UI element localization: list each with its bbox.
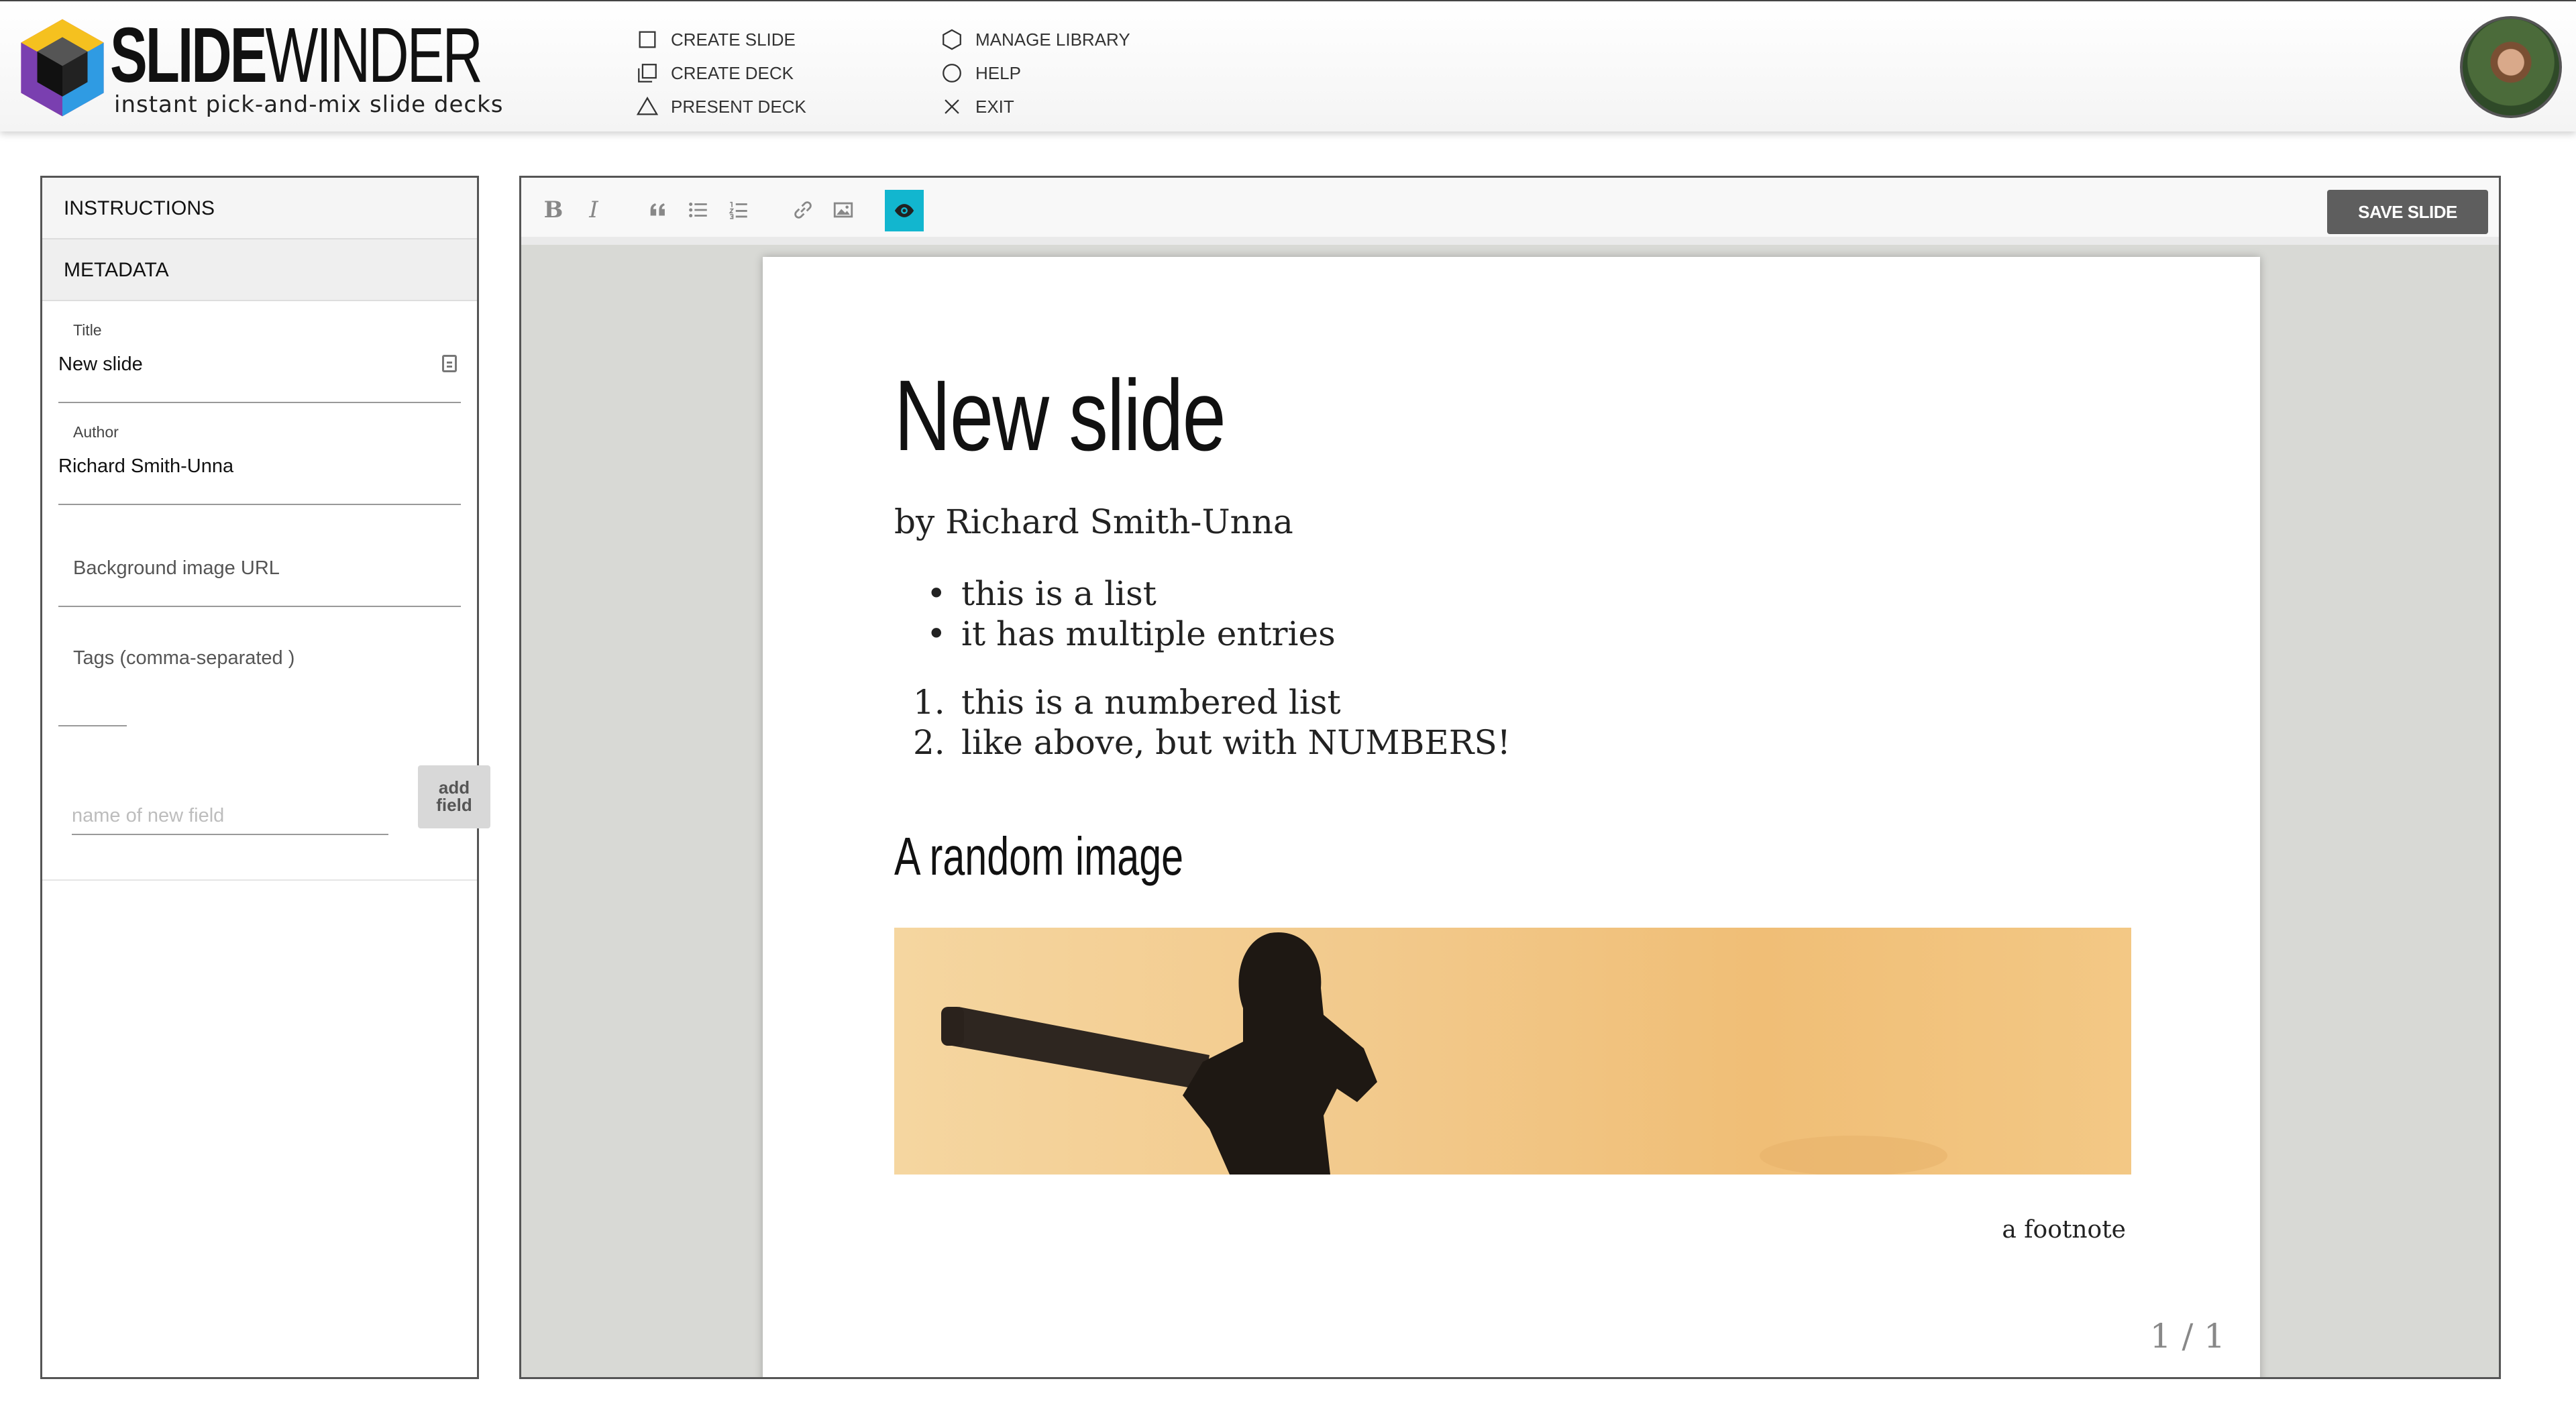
- title-field[interactable]: Title New slide: [58, 301, 461, 403]
- slide-image-cricket-silhouette: [894, 928, 2131, 1175]
- slide-byline: by Richard Smith-Unna: [894, 502, 1293, 541]
- numbered-list-button[interactable]: [722, 191, 755, 229]
- cricketer-silhouette-image: [941, 932, 1947, 1175]
- triangle-icon: [636, 97, 659, 115]
- logo-light-text: WINDER: [265, 11, 483, 99]
- app-tagline: instant pick-and-mix slide decks: [114, 91, 504, 118]
- tags-underline: [58, 725, 127, 726]
- menu-present-deck-label: PRESENT DECK: [671, 96, 806, 117]
- menu-create-slide-label: CREATE SLIDE: [671, 29, 796, 50]
- app-logo-text: SLIDEWINDER: [110, 15, 483, 95]
- tags-field[interactable]: Tags (comma-separated ): [58, 607, 461, 739]
- list-item-text: like above, but with NUMBERS!: [961, 723, 1511, 762]
- square-icon: [639, 31, 656, 48]
- title-field-value[interactable]: New slide: [58, 353, 143, 376]
- quote-icon: [650, 203, 665, 216]
- author-field-label: Author: [73, 423, 119, 441]
- slide-page-counter: 1 / 1: [2149, 1317, 2225, 1356]
- slide-bullet-list: this is a list it has multiple entries: [894, 574, 1336, 654]
- new-field-name-input[interactable]: [72, 779, 388, 835]
- hexagon-icon: [943, 29, 961, 50]
- eye-icon: [894, 204, 914, 217]
- editor-toolbar: B I SAVE SLIDE: [521, 178, 2499, 245]
- numbered-list-icon: [729, 201, 747, 219]
- slide-subheading: A random image: [894, 826, 1184, 886]
- link-button[interactable]: [787, 191, 819, 229]
- quote-button[interactable]: [642, 191, 674, 229]
- preview-toggle-button[interactable]: [885, 190, 924, 231]
- list-item: 1. this is a numbered list: [894, 682, 1511, 722]
- circle-icon: [943, 64, 961, 83]
- slidewinder-logo-icon[interactable]: [17, 17, 107, 118]
- stacked-squares-icon: [638, 64, 657, 83]
- image-button[interactable]: [827, 191, 859, 229]
- slide-preview: New slide by Richard Smith-Unna this is …: [763, 257, 2260, 1377]
- bullet-list-button[interactable]: [682, 191, 714, 229]
- background-image-url-field[interactable]: Background image URL: [58, 505, 461, 607]
- metadata-tab[interactable]: METADATA: [42, 239, 477, 301]
- bold-button[interactable]: B: [537, 191, 570, 229]
- italic-button[interactable]: I: [578, 191, 610, 229]
- slide-title: New slide: [894, 359, 1226, 472]
- list-item: 2. like above, but with NUMBERS!: [894, 722, 1511, 763]
- menu-help-label: HELP: [975, 62, 1021, 83]
- menu-exit[interactable]: EXIT: [941, 90, 1130, 123]
- add-field-button[interactable]: add field: [418, 765, 490, 828]
- list-item: this is a list: [894, 574, 1336, 614]
- list-number: 2.: [913, 723, 945, 762]
- main-menu-right: MANAGE LIBRARY HELP EXIT: [941, 23, 1130, 123]
- menu-create-slide[interactable]: CREATE SLIDE: [636, 23, 806, 56]
- new-field-row: add field: [42, 739, 490, 881]
- slide-editor: B I SAVE SLIDE New slide by Richard Smit…: [519, 176, 2501, 1379]
- logo-bold-text: SLIDE: [110, 11, 267, 99]
- contact-card-icon: [442, 355, 457, 372]
- menu-exit-label: EXIT: [975, 96, 1014, 117]
- list-item-text: this is a numbered list: [961, 683, 1341, 722]
- menu-present-deck[interactable]: PRESENT DECK: [636, 90, 806, 123]
- image-icon: [833, 202, 853, 218]
- slide-footnote: a footnote: [2002, 1216, 2126, 1244]
- save-slide-button[interactable]: SAVE SLIDE: [2327, 190, 2488, 234]
- slide-numbered-list: 1. this is a numbered list 2. like above, …: [894, 682, 1511, 763]
- menu-create-deck[interactable]: CREATE DECK: [636, 56, 806, 90]
- user-avatar[interactable]: [2460, 16, 2562, 118]
- menu-create-deck-label: CREATE DECK: [671, 62, 794, 83]
- title-field-label: Title: [73, 321, 102, 339]
- menu-help[interactable]: HELP: [941, 56, 1130, 90]
- add-field-label-line2: field: [436, 795, 472, 815]
- list-item: it has multiple entries: [894, 614, 1336, 654]
- author-field-value[interactable]: Richard Smith-Unna: [58, 455, 233, 478]
- menu-manage-library[interactable]: MANAGE LIBRARY: [941, 23, 1130, 56]
- tags-placeholder: Tags (comma-separated ): [73, 647, 295, 669]
- menu-manage-library-label: MANAGE LIBRARY: [975, 29, 1130, 50]
- author-field[interactable]: Author Richard Smith-Unna: [58, 403, 461, 505]
- top-bar: SLIDEWINDER instant pick-and-mix slide d…: [0, 0, 2576, 131]
- metadata-sidebar: INSTRUCTIONS METADATA Title New slide Au…: [40, 176, 490, 1379]
- background-image-url-placeholder: Background image URL: [73, 557, 280, 579]
- main-menu-left: CREATE SLIDE CREATE DECK PRESENT DECK: [636, 23, 806, 123]
- link-icon: [794, 201, 812, 219]
- x-icon: [945, 99, 959, 114]
- list-number: 1.: [913, 683, 945, 722]
- bullet-list-icon: [689, 202, 707, 218]
- instructions-tab[interactable]: INSTRUCTIONS: [42, 178, 477, 239]
